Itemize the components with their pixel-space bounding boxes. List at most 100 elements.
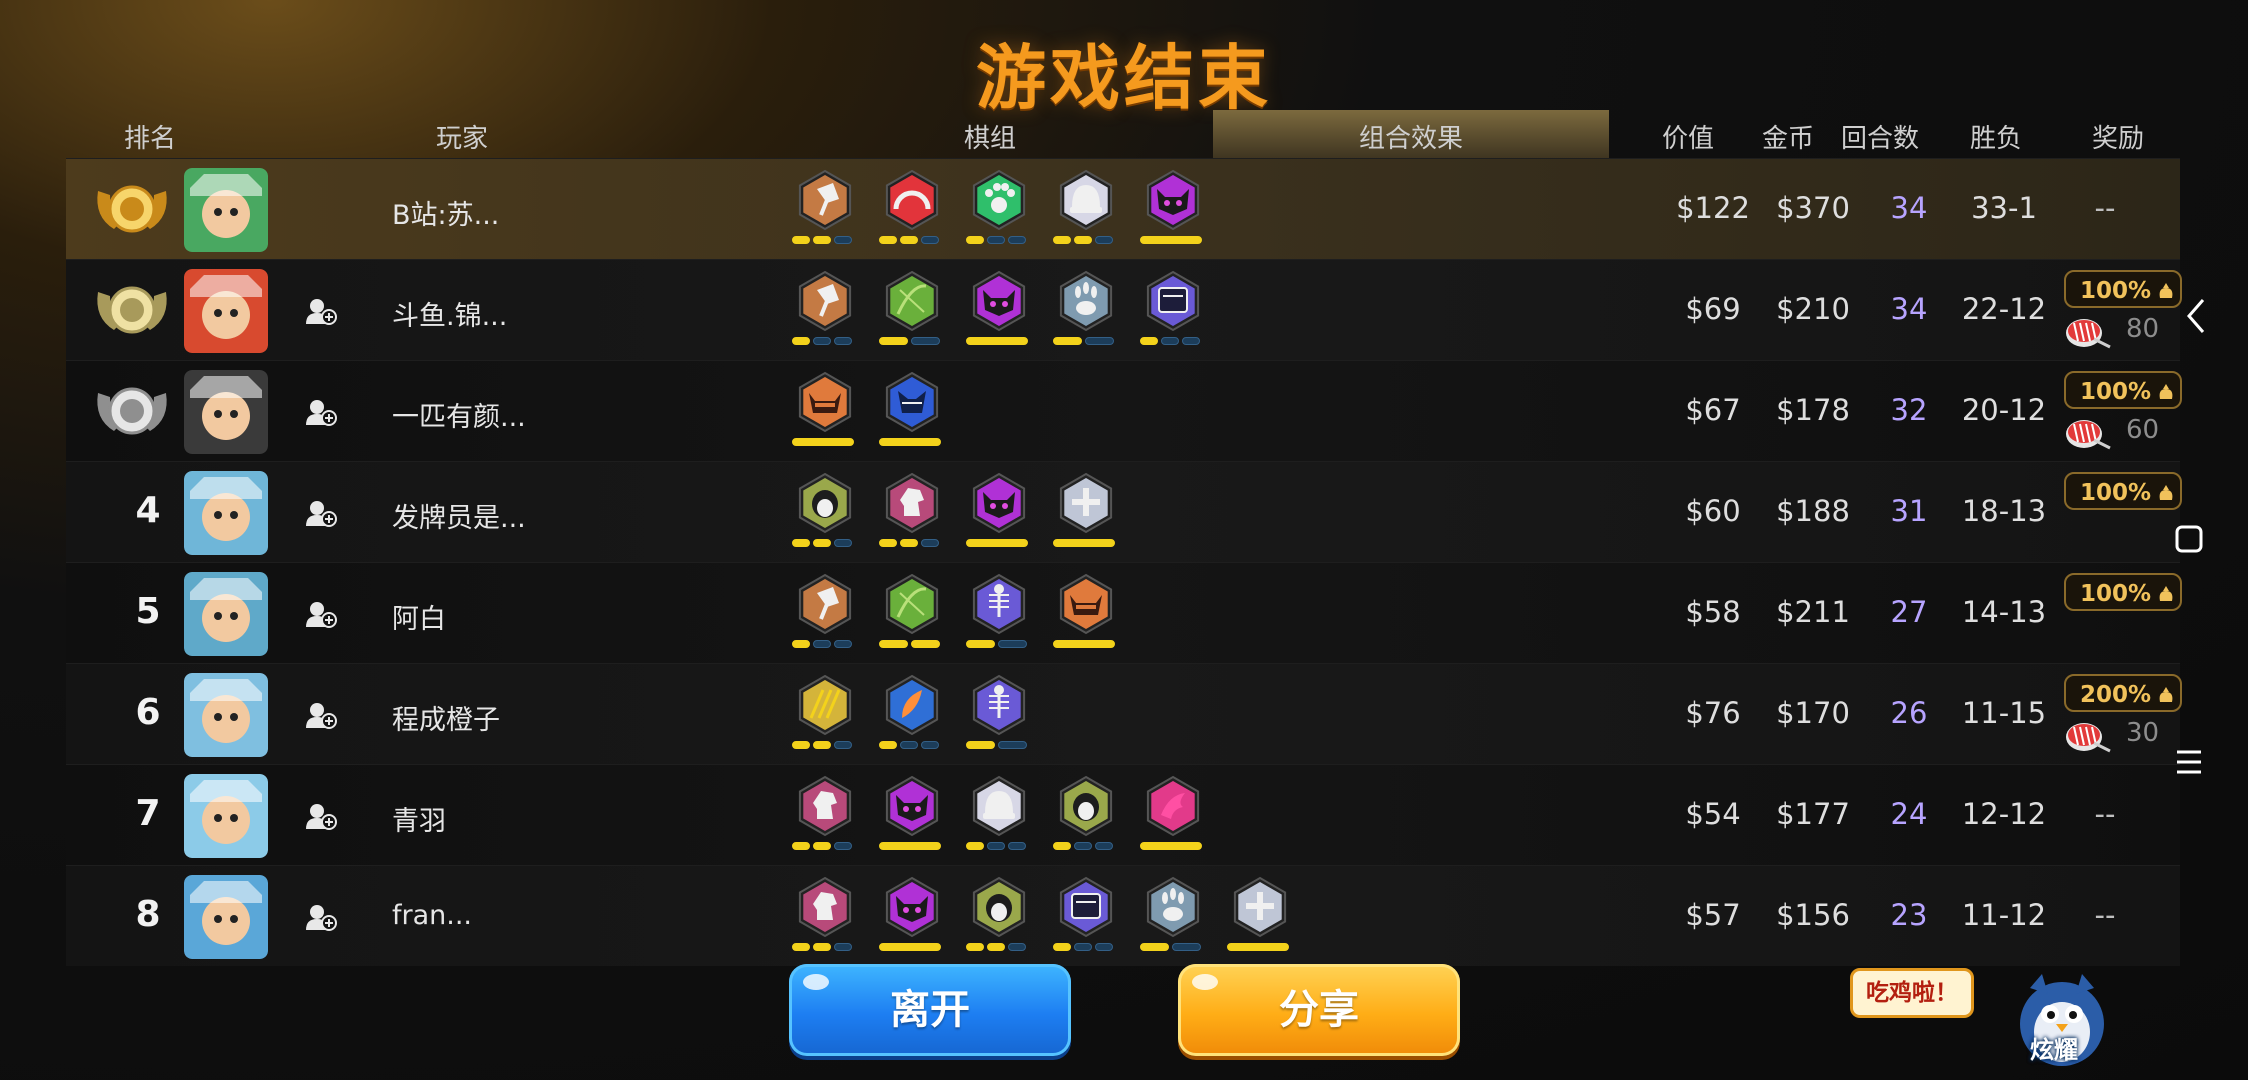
trait-badge[interactable] — [792, 472, 858, 558]
player-name[interactable]: 发牌员是... — [392, 496, 526, 535]
table-row: 5 阿白 $58 $211 27 14-13 100% — [66, 562, 2182, 663]
leave-button[interactable]: 离开 — [789, 964, 1071, 1056]
masked-portrait-icon[interactable] — [184, 774, 268, 858]
trait-level-pips — [1053, 236, 1119, 246]
trait-pip — [1053, 539, 1115, 547]
add-friend-icon[interactable] — [304, 296, 338, 326]
lineup-value: $76 — [1685, 696, 1741, 730]
trait-pip — [1172, 943, 1201, 951]
trait-badge[interactable] — [792, 876, 858, 962]
cross-icon — [1059, 472, 1113, 534]
penguin-icon — [798, 472, 852, 534]
trait-badge[interactable] — [1053, 876, 1119, 962]
trait-pip — [900, 236, 918, 244]
trait-pip — [834, 640, 852, 648]
trait-badge[interactable] — [966, 775, 1032, 861]
player-name[interactable]: 青羽 — [392, 799, 446, 838]
knight-icon — [798, 876, 852, 938]
reward-bonus-percent: 100% — [2080, 278, 2152, 304]
trait-badge[interactable] — [879, 472, 945, 558]
menu-nav-icon[interactable] — [2174, 748, 2204, 776]
add-friend-icon[interactable] — [304, 902, 338, 932]
back-nav-icon[interactable] — [2183, 296, 2209, 336]
trait-badge[interactable] — [879, 775, 945, 861]
trait-level-pips — [1140, 337, 1206, 347]
share-speech-bubble: 吃鸡啦！ — [1850, 968, 1974, 1018]
bandit-portrait-icon[interactable] — [184, 370, 268, 454]
add-friend-icon[interactable] — [304, 397, 338, 427]
trait-badge[interactable] — [966, 472, 1032, 558]
header-player: 玩家 — [436, 124, 489, 154]
table-row: 4 发牌员是... $60 $188 31 18-13 100% — [66, 461, 2182, 562]
add-friend-icon[interactable] — [304, 599, 338, 629]
add-friend-icon[interactable] — [304, 801, 338, 831]
trait-badge[interactable] — [792, 674, 858, 760]
trait-badge[interactable] — [792, 775, 858, 861]
trait-badge[interactable] — [879, 876, 945, 962]
trait-badge[interactable] — [1053, 775, 1119, 861]
trait-pip — [921, 236, 939, 244]
add-friend-icon[interactable] — [304, 700, 338, 730]
coin-bag-icon — [2159, 384, 2173, 399]
horse-portrait-icon[interactable] — [184, 168, 268, 252]
trait-level-pips — [966, 741, 1032, 751]
trait-badge[interactable] — [792, 371, 858, 457]
trait-badge[interactable] — [966, 876, 1032, 962]
axe-icon — [798, 169, 852, 231]
trait-badge[interactable] — [879, 270, 945, 356]
trait-badge[interactable] — [879, 169, 945, 255]
trait-badge[interactable] — [1140, 169, 1206, 255]
trait-badge[interactable] — [792, 573, 858, 659]
share-button[interactable]: 分享 — [1178, 964, 1460, 1056]
trait-pip — [813, 943, 831, 951]
trait-badge[interactable] — [966, 573, 1032, 659]
player-name[interactable]: 程成橙子 — [392, 698, 500, 737]
add-friend-icon[interactable] — [304, 498, 338, 528]
trait-badge[interactable] — [1140, 270, 1206, 356]
trait-badge[interactable] — [1053, 169, 1119, 255]
trait-badge[interactable] — [879, 674, 945, 760]
coin-bag-icon — [2159, 283, 2173, 298]
goggles-portrait-icon[interactable] — [184, 572, 268, 656]
trait-badge[interactable] — [1053, 472, 1119, 558]
panda-portrait-icon[interactable] — [184, 673, 268, 757]
table-header: 排名 玩家 棋组 组合效果 价值 金币 回合数 胜负 奖励 — [66, 110, 2180, 158]
elf-portrait-icon[interactable] — [184, 471, 268, 555]
player-name[interactable]: 阿白 — [392, 597, 446, 636]
trait-badge[interactable] — [1140, 775, 1206, 861]
home-nav-icon[interactable] — [2174, 524, 2204, 554]
trait-badge[interactable] — [1053, 573, 1119, 659]
horned-helm-icon — [798, 371, 852, 433]
trait-badge[interactable] — [879, 573, 945, 659]
trait-badge[interactable] — [1053, 270, 1119, 356]
trait-badge[interactable] — [1140, 876, 1206, 962]
trait-level-pips — [879, 236, 945, 246]
trait-level-pips — [1053, 943, 1119, 953]
trait-badge[interactable] — [966, 674, 1032, 760]
player-name[interactable]: 斗鱼.锦... — [392, 294, 507, 333]
trait-pip — [792, 539, 810, 547]
trait-pip — [1074, 842, 1092, 850]
trait-badge[interactable] — [792, 270, 858, 356]
trait-badge[interactable] — [966, 169, 1032, 255]
header-reward: 奖励 — [2092, 124, 2145, 154]
book-icon — [1059, 876, 1113, 938]
player-name[interactable]: 一匹有颜... — [392, 395, 526, 434]
knight-icon — [798, 775, 852, 837]
rank-number: 8 — [135, 894, 161, 935]
coin-bag-icon — [2159, 485, 2173, 500]
player-name[interactable]: fran... — [392, 900, 472, 931]
player-name[interactable]: B站:苏... — [392, 193, 499, 232]
penguin-icon — [1059, 775, 1113, 837]
trait-pip — [834, 539, 852, 547]
blue-hair-portrait-icon[interactable] — [184, 875, 268, 959]
trait-pip — [792, 842, 810, 850]
share-button-label: 分享 — [1279, 987, 1359, 1033]
trait-badge[interactable] — [966, 270, 1032, 356]
trait-badge[interactable] — [1227, 876, 1293, 962]
monkey-king-portrait-icon[interactable] — [184, 269, 268, 353]
trait-level-pips — [1053, 842, 1119, 852]
trait-badge[interactable] — [879, 371, 945, 457]
show-off-label: 炫耀 — [2030, 1036, 2078, 1064]
trait-badge[interactable] — [792, 169, 858, 255]
